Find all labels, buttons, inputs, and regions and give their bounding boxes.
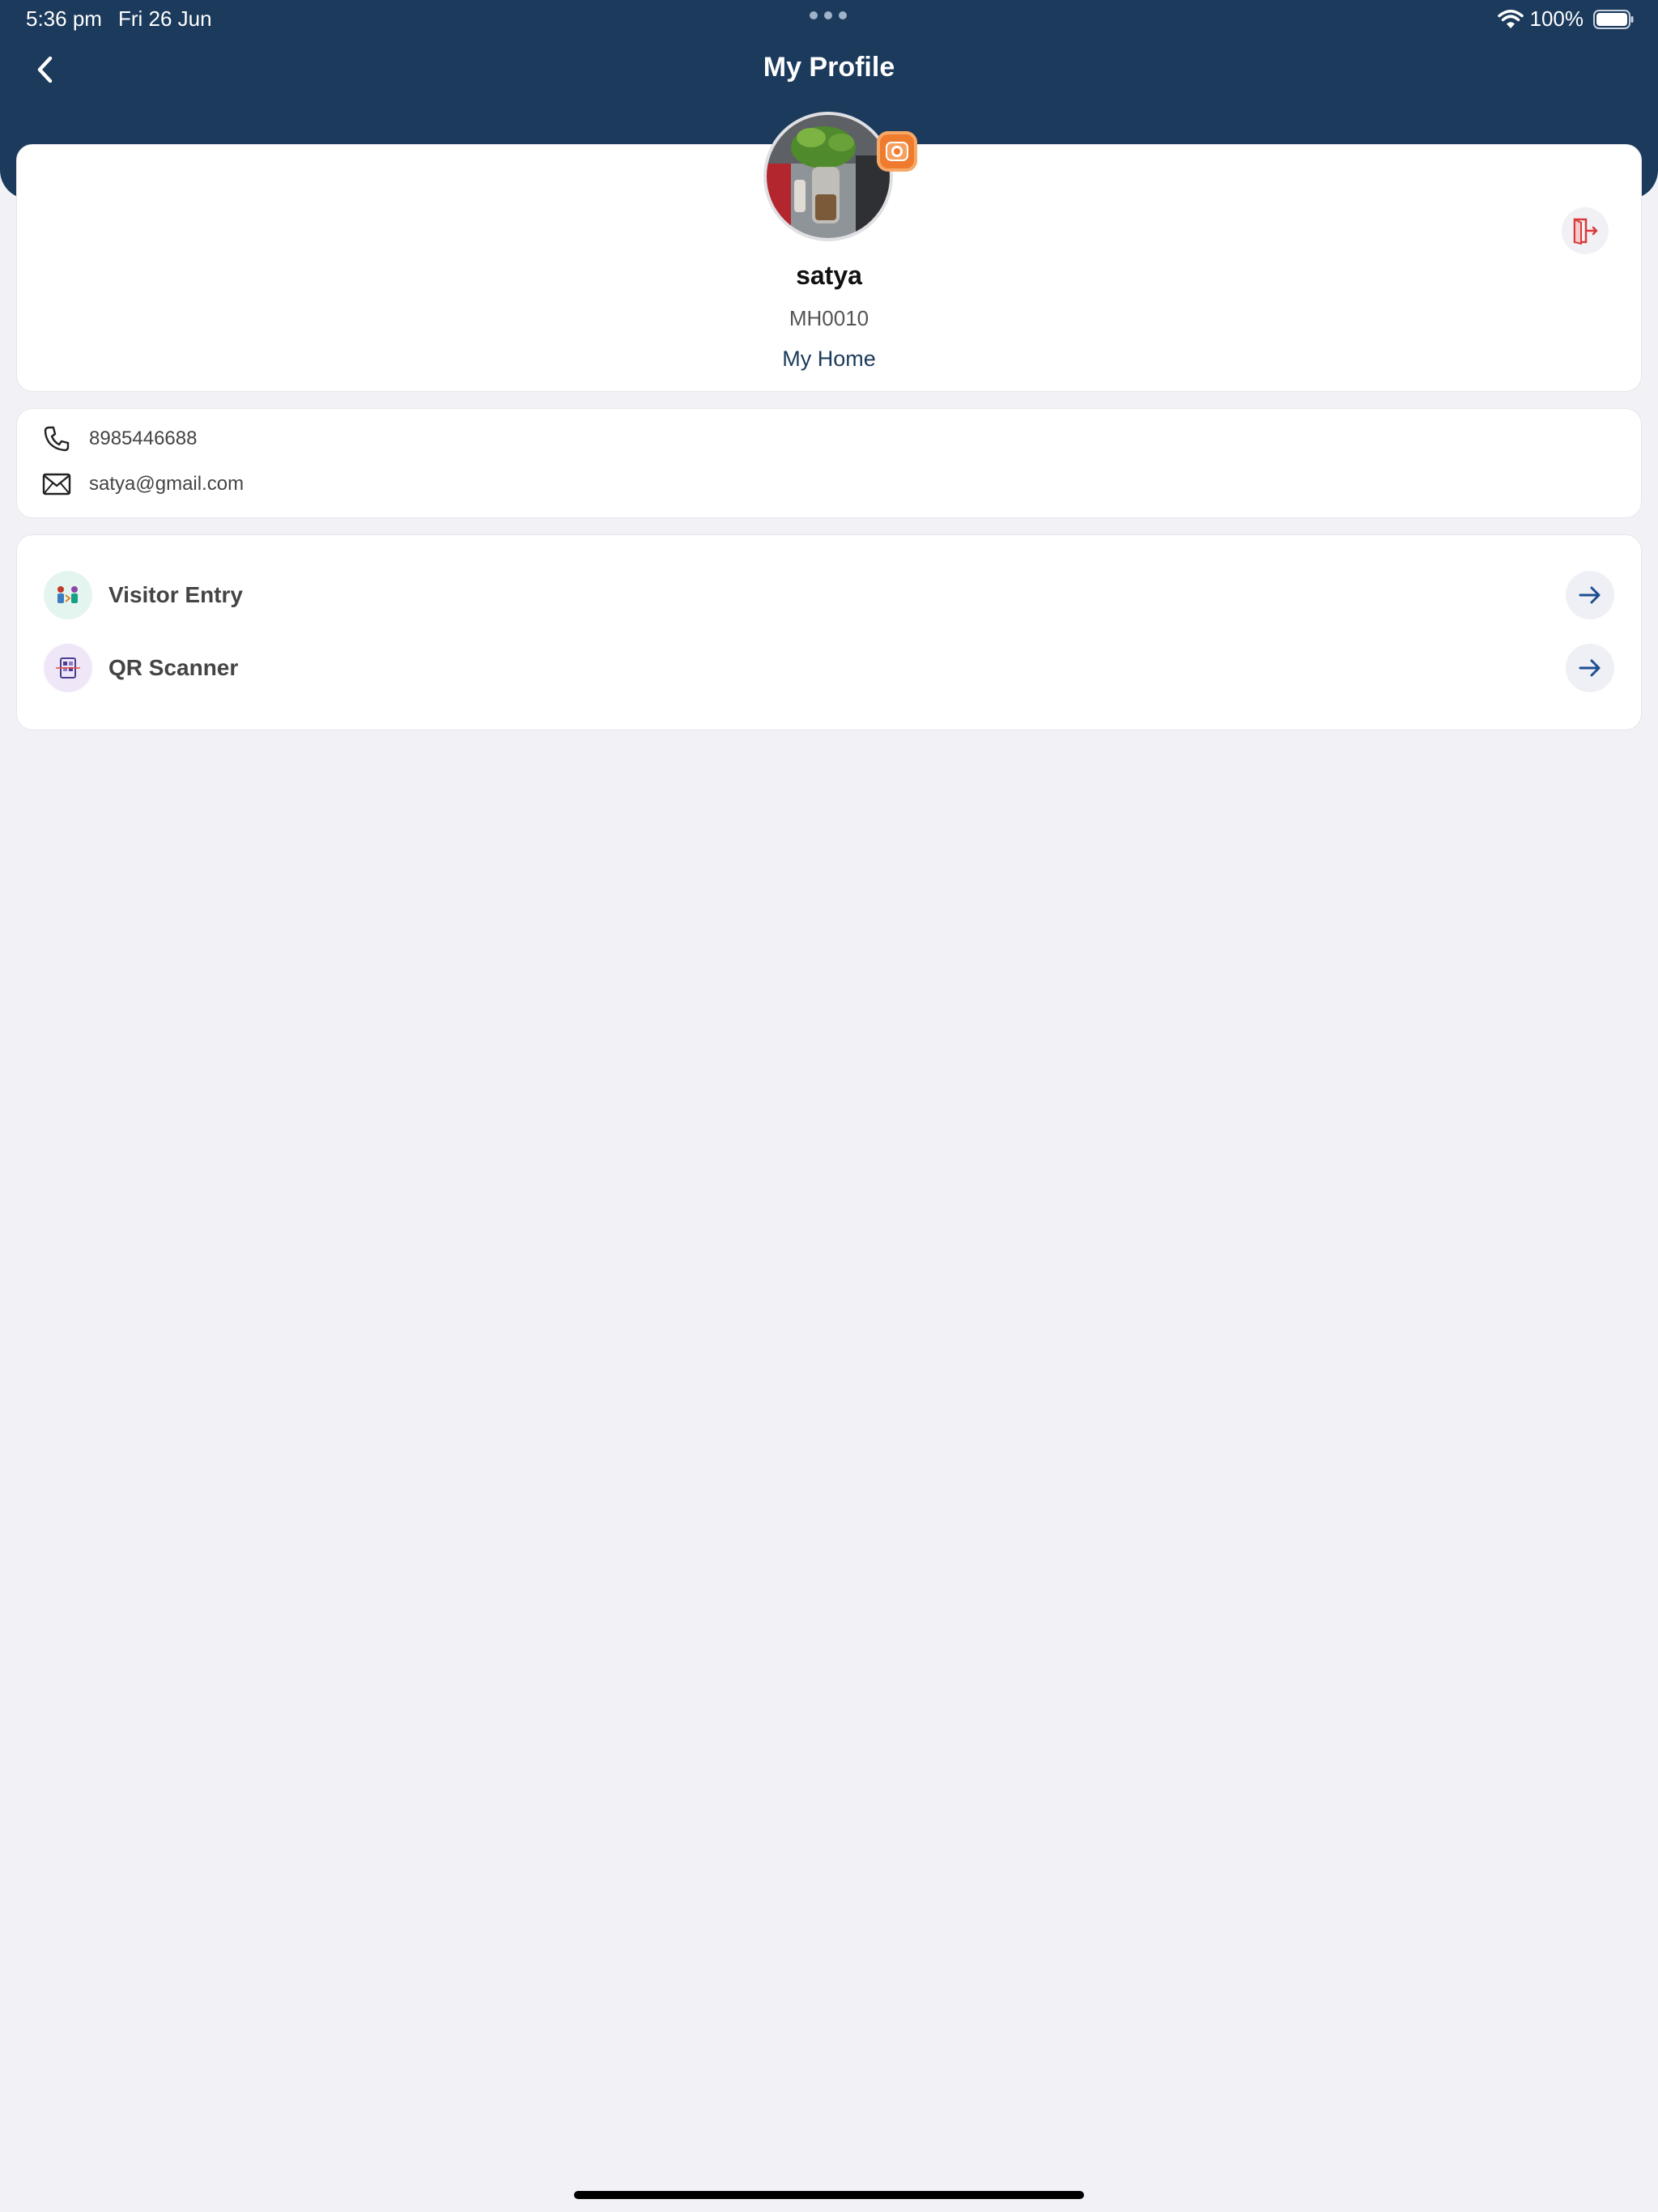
qr-scanner-icon — [44, 644, 92, 692]
multitasking-dots-icon[interactable] — [810, 11, 848, 21]
home-indicator[interactable] — [574, 2191, 1084, 2199]
status-bar: 5:36 pm Fri 26 Jun 100% — [0, 0, 1658, 39]
phone-icon — [40, 424, 73, 453]
profile-code: MH0010 — [789, 306, 869, 330]
avatar[interactable] — [763, 112, 893, 241]
page-title: My Profile — [763, 52, 895, 83]
camera-icon — [886, 142, 908, 161]
status-time: 5:36 pm — [26, 6, 102, 31]
email-address: satya@gmail.com — [89, 473, 244, 495]
logout-icon — [1573, 218, 1598, 245]
menu-item-label: QR Scanner — [108, 655, 239, 680]
visitor-entry-arrow-button[interactable] — [1566, 571, 1614, 619]
wifi-icon — [1497, 9, 1524, 28]
logout-button[interactable] — [1562, 207, 1609, 254]
battery-icon — [1593, 9, 1634, 29]
menu-card — [16, 534, 1642, 730]
status-indicators: 100% — [1497, 6, 1635, 32]
phone-row[interactable]: 8985446688 — [40, 424, 197, 453]
mail-icon — [40, 470, 73, 499]
qr-scanner-arrow-button[interactable] — [1566, 644, 1614, 692]
battery-percentage: 100% — [1529, 6, 1584, 31]
avatar-photo — [767, 115, 890, 238]
phone-number: 8985446688 — [89, 428, 198, 449]
visitor-entry-icon — [44, 571, 92, 619]
menu-item-qr-scanner[interactable]: QR Scanner — [44, 642, 1614, 694]
menu-item-visitor-entry[interactable]: Visitor Entry — [44, 569, 1614, 621]
arrow-right-icon — [1579, 586, 1601, 604]
email-row[interactable]: satya@gmail.com — [40, 470, 244, 499]
menu-item-label: Visitor Entry — [108, 582, 243, 607]
arrow-right-icon — [1579, 659, 1601, 677]
profile-home-link[interactable]: My Home — [0, 347, 1658, 372]
contact-card — [16, 408, 1642, 518]
status-date: Fri 26 Jun — [118, 6, 212, 31]
profile-name: satya — [796, 261, 862, 290]
camera-button[interactable] — [877, 131, 917, 172]
